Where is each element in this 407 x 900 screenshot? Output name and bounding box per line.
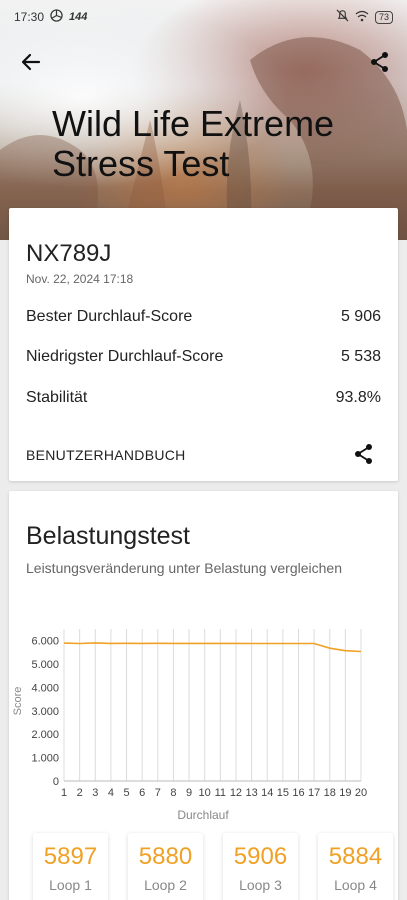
x-tick-label: 14: [261, 787, 273, 799]
loop-card[interactable]: 5880 Loop 2: [128, 833, 203, 900]
score-line: [63, 642, 362, 653]
status-time: 17:30: [14, 10, 45, 24]
back-button[interactable]: [14, 45, 48, 79]
loop-list: 5897 Loop 1 5880 Loop 2 5906 Loop 3 5884…: [33, 833, 393, 900]
stability-row: Stabilität 93.8%: [26, 389, 381, 407]
x-tick-label: 9: [186, 787, 192, 799]
y-tick-label: 3.000: [31, 706, 59, 718]
x-tick-label: 12: [230, 787, 242, 799]
loop-label: Loop 2: [144, 877, 187, 893]
x-tick-label: 3: [92, 787, 98, 799]
share-icon: [355, 444, 372, 464]
summary-card: NX789J Nov. 22, 2024 17:18 Bester Durchl…: [9, 208, 398, 481]
x-tick-label: 11: [215, 787, 226, 799]
y-tick-label: 0: [53, 776, 59, 788]
loop-label: Loop 4: [334, 877, 377, 893]
arrow-left-icon: [21, 53, 41, 71]
x-axis-label: Durchlauf: [177, 808, 229, 821]
x-tick-label: 10: [199, 787, 211, 799]
share-button[interactable]: [363, 45, 397, 79]
x-tick-label: 2: [77, 787, 83, 799]
device-name: NX789J: [26, 240, 112, 267]
mute-bell-icon: [336, 9, 349, 25]
page: 17:30 144 73 Wild Life Extreme Stress Te…: [0, 0, 407, 900]
lowest-score-row: Niedrigster Durchlauf-Score 5 538: [26, 348, 381, 366]
x-tick-label: 7: [155, 787, 161, 799]
test-date: Nov. 22, 2024 17:18: [26, 272, 134, 286]
page-title: Wild Life Extreme Stress Test: [52, 103, 335, 184]
y-tick-label: 5.000: [31, 659, 59, 671]
loop-score: 5906: [233, 843, 288, 870]
x-tick-label: 18: [324, 787, 336, 799]
loop-label: Loop 3: [239, 877, 282, 893]
share-result-button[interactable]: [347, 437, 381, 471]
lowest-score-value: 5 538: [340, 348, 381, 365]
stability-value: 93.8%: [335, 389, 381, 406]
pinwheel-icon: [50, 9, 63, 25]
refresh-rate: 144: [69, 11, 88, 23]
x-tick-label: 6: [139, 787, 145, 799]
y-tick-label: 1.000: [31, 753, 59, 765]
score-chart: Score Durchlauf 0 1.000 2.000 3.000 4.000 5.0…: [12, 629, 367, 821]
y-tick-label: 6.000: [31, 636, 59, 648]
battery-indicator: 73: [374, 10, 393, 24]
x-tick-label: 17: [308, 787, 320, 799]
best-score-value: 5 906: [340, 308, 381, 325]
user-manual-link[interactable]: BENUTZERHANDBUCH: [26, 447, 186, 463]
share-icon: [371, 52, 388, 72]
hero-banner: 17:30 144 73 Wild Life Extreme Stress Te…: [0, 0, 407, 240]
x-tick-label: 1: [61, 787, 67, 799]
lowest-score-label: Niedrigster Durchlauf-Score: [26, 348, 224, 365]
x-tick-label: 4: [108, 787, 114, 799]
x-tick-label: 20: [355, 787, 367, 799]
loop-score: 5880: [138, 843, 193, 870]
x-tick-label: 8: [170, 787, 176, 799]
y-axis-label: Score: [12, 687, 24, 716]
status-bar: 17:30 144 73: [0, 0, 407, 34]
loop-score: 5884: [328, 843, 383, 870]
stress-test-card: Belastungstest Leistungsveränderung unte…: [9, 491, 398, 900]
stability-label: Stabilität: [26, 389, 88, 406]
x-tick-label: 16: [292, 787, 304, 799]
wifi-icon: [355, 10, 369, 25]
loop-card[interactable]: 5884 Loop 4: [318, 833, 393, 900]
x-tick-label: 19: [339, 787, 351, 799]
x-tick-label: 13: [245, 787, 257, 799]
y-tick-label: 4.000: [31, 682, 59, 694]
best-score-label: Bester Durchlauf-Score: [26, 308, 193, 325]
x-tick-label: 15: [277, 787, 289, 799]
y-tick-label: 2.000: [31, 729, 59, 741]
section-title: Belastungstest: [26, 522, 190, 550]
loop-score: 5897: [43, 843, 98, 870]
loop-card[interactable]: 5897 Loop 1: [33, 833, 108, 900]
x-tick-label: 5: [123, 787, 129, 799]
loop-label: Loop 1: [49, 877, 92, 893]
best-score-row: Bester Durchlauf-Score 5 906: [26, 308, 381, 326]
loop-card[interactable]: 5906 Loop 3: [223, 833, 298, 900]
section-subtitle: Leistungsveränderung unter Belastung ver…: [26, 560, 342, 576]
